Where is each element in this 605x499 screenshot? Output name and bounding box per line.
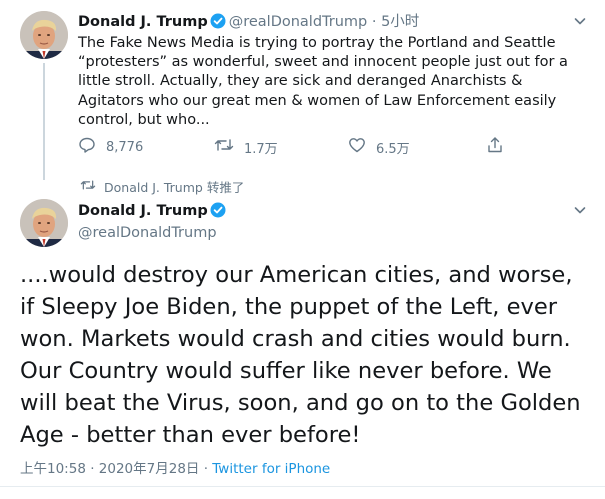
retweet-button[interactable]: 1.7万: [214, 136, 278, 158]
retweet-small-icon: [80, 178, 96, 195]
tweet2-header: Donald J. Trump @realDonaldTrump: [78, 202, 229, 243]
author-name[interactable]: Donald J. Trump: [78, 14, 208, 30]
tweet-timestamp[interactable]: 上午10:58 · 2020年7月28日 ·: [20, 461, 212, 477]
tweet2-meta: 上午10:58 · 2020年7月28日 · Twitter for iPhon…: [20, 457, 330, 477]
retweet-count: 1.7万: [244, 141, 278, 157]
author-handle[interactable]: @realDonaldTrump: [78, 224, 229, 243]
tweet2-text: ....would destroy our American cities, a…: [20, 262, 581, 448]
reply-button[interactable]: 8,776: [78, 136, 143, 158]
tweet1-actions: 8,776 1.7万 6.5万: [78, 136, 508, 158]
avatar-tweet1[interactable]: [20, 11, 68, 59]
like-button[interactable]: 6.5万: [348, 136, 410, 158]
tweet-source-link[interactable]: Twitter for iPhone: [212, 461, 330, 477]
thread-connector: [43, 63, 45, 180]
separator-dot: ·: [371, 14, 377, 30]
divider: [0, 486, 605, 487]
tweet1-text: The Fake News Media is trying to portray…: [78, 35, 568, 128]
tweet1-header: Donald J. Trump @realDonaldTrump · 5小时: [78, 10, 419, 33]
chevron-down-icon[interactable]: [572, 13, 588, 29]
like-count: 6.5万: [376, 141, 410, 157]
share-icon: [486, 136, 504, 158]
like-icon: [348, 136, 366, 158]
author-handle[interactable]: @realDonaldTrump: [229, 14, 368, 30]
verified-badge-icon: [210, 13, 226, 33]
author-name[interactable]: Donald J. Trump: [78, 203, 208, 219]
reply-count: 8,776: [106, 139, 144, 155]
tweet-time[interactable]: 5小时: [381, 14, 419, 30]
avatar-tweet2[interactable]: [20, 199, 68, 247]
retweet-notice: Donald J. Trump 转推了: [80, 177, 244, 196]
reply-icon: [78, 136, 96, 158]
retweet-icon: [214, 136, 234, 158]
verified-badge-icon: [210, 202, 226, 224]
retweet-notice-text[interactable]: Donald J. Trump 转推了: [104, 177, 244, 196]
share-button[interactable]: [486, 136, 504, 158]
chevron-down-icon[interactable]: [572, 202, 588, 218]
